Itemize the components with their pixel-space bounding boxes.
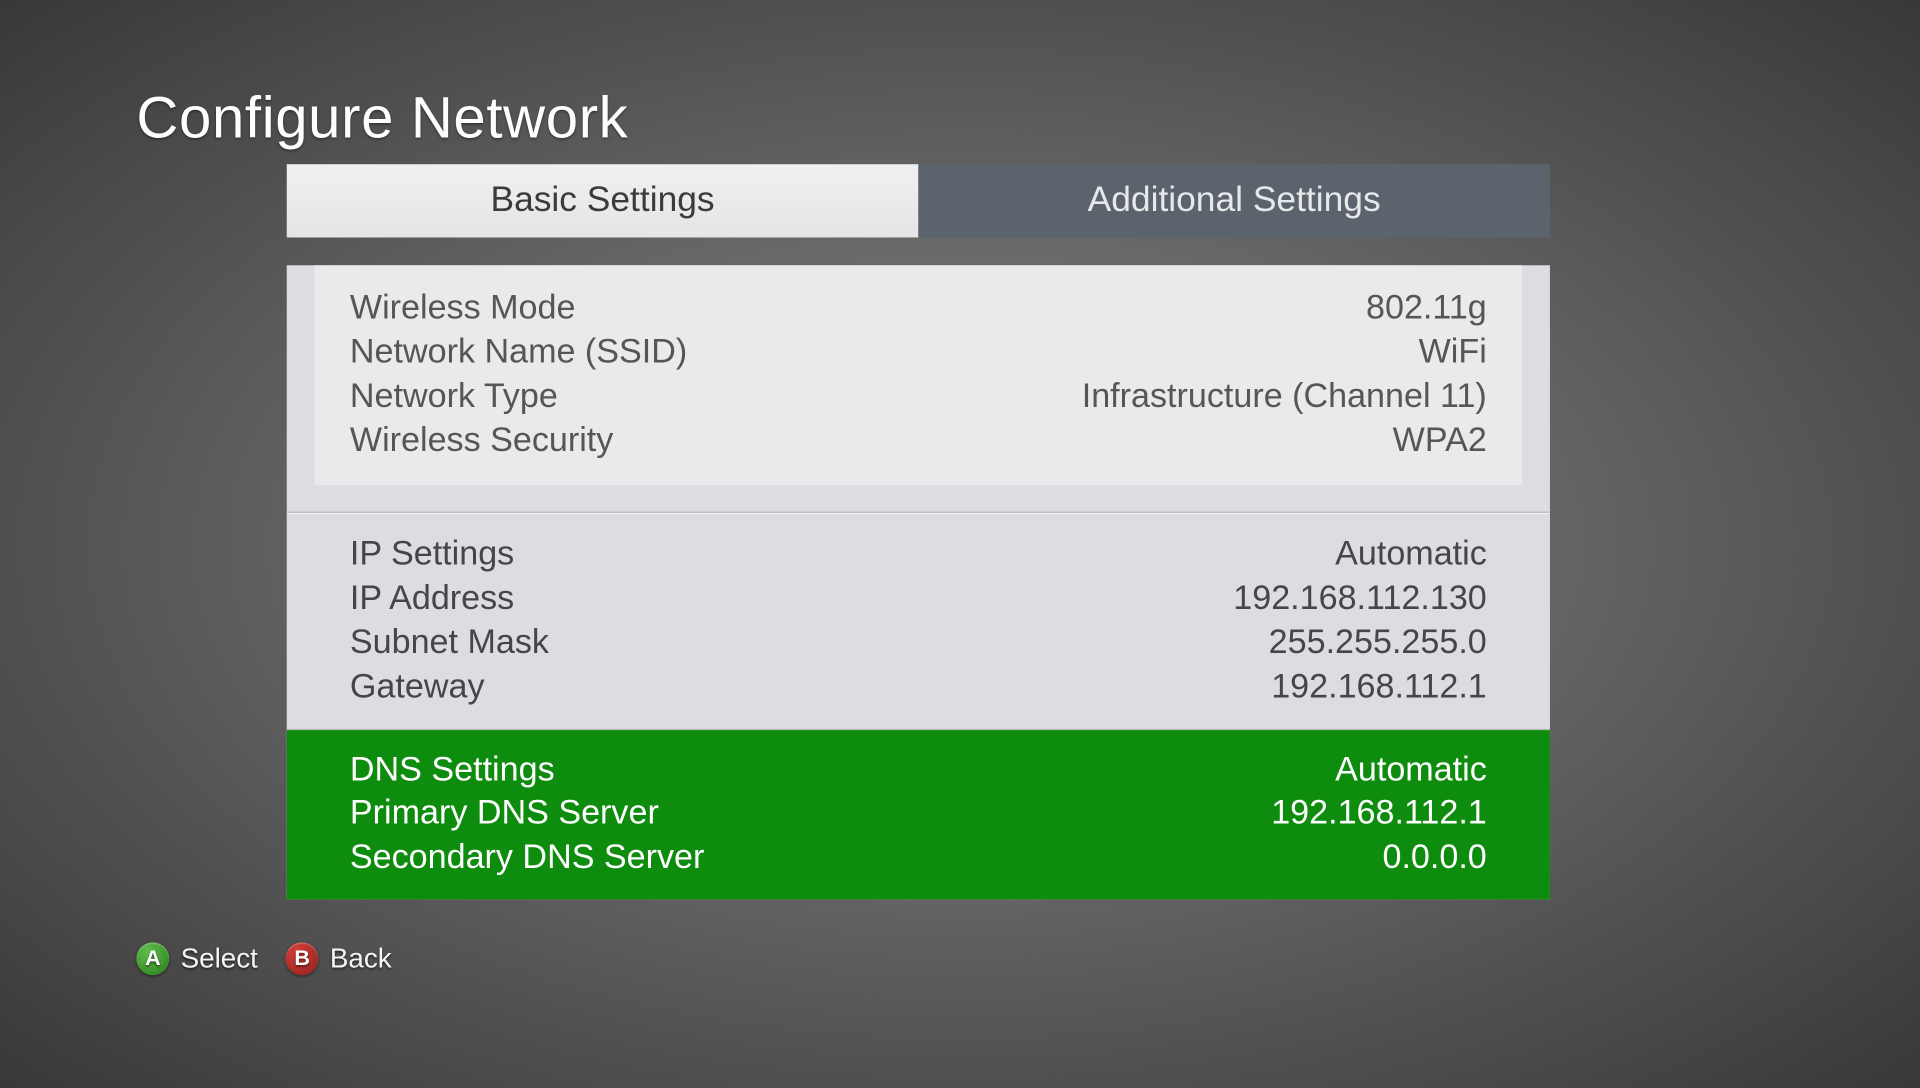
value-secondary-dns: 0.0.0.0 xyxy=(1382,837,1486,879)
row-secondary-dns: Secondary DNS Server 0.0.0.0 xyxy=(350,835,1487,879)
value-gateway: 192.168.112.1 xyxy=(1271,665,1487,707)
label-dns-settings: DNS Settings xyxy=(350,748,555,790)
value-wireless-security: WPA2 xyxy=(1393,419,1487,461)
row-subnet-mask: Subnet Mask 255.255.255.0 xyxy=(350,620,1487,664)
tab-additional-settings[interactable]: Additional Settings xyxy=(918,164,1550,237)
value-subnet-mask: 255.255.255.0 xyxy=(1269,621,1487,663)
label-network-type: Network Type xyxy=(350,375,558,417)
row-network-type: Network Type Infrastructure (Channel 11) xyxy=(350,374,1487,418)
row-dns-settings: DNS Settings Automatic xyxy=(350,747,1487,791)
label-ssid: Network Name (SSID) xyxy=(350,331,687,373)
section-divider xyxy=(287,485,1550,513)
dns-section[interactable]: DNS Settings Automatic Primary DNS Serve… xyxy=(287,729,1550,899)
settings-content: Wireless Mode 802.11g Network Name (SSID… xyxy=(287,265,1550,900)
label-ip-settings: IP Settings xyxy=(350,533,514,575)
value-wireless-mode: 802.11g xyxy=(1366,287,1487,329)
wireless-section[interactable]: Wireless Mode 802.11g Network Name (SSID… xyxy=(315,265,1523,484)
hint-select: A Select xyxy=(136,942,257,975)
label-wireless-mode: Wireless Mode xyxy=(350,287,576,329)
label-ip-address: IP Address xyxy=(350,577,514,619)
hint-back: B Back xyxy=(286,942,392,975)
label-subnet-mask: Subnet Mask xyxy=(350,621,549,663)
hint-back-label: Back xyxy=(330,942,392,975)
row-primary-dns: Primary DNS Server 192.168.112.1 xyxy=(350,791,1487,835)
row-gateway: Gateway 192.168.112.1 xyxy=(350,664,1487,708)
value-ip-address: 192.168.112.130 xyxy=(1233,577,1487,619)
a-button-icon: A xyxy=(136,942,169,975)
row-ip-address: IP Address 192.168.112.130 xyxy=(350,576,1487,620)
value-dns-settings: Automatic xyxy=(1335,748,1487,790)
label-wireless-security: Wireless Security xyxy=(350,419,613,461)
value-network-type: Infrastructure (Channel 11) xyxy=(1082,375,1487,417)
hint-select-label: Select xyxy=(181,942,258,975)
label-secondary-dns: Secondary DNS Server xyxy=(350,837,704,879)
value-primary-dns: 192.168.112.1 xyxy=(1271,793,1487,835)
row-ssid: Network Name (SSID) WiFi xyxy=(350,330,1487,374)
tabs: Basic Settings Additional Settings xyxy=(287,164,1550,237)
tab-basic-settings[interactable]: Basic Settings xyxy=(287,164,919,237)
footer-hints: A Select B Back xyxy=(136,942,391,975)
page-title: Configure Network xyxy=(136,83,628,151)
settings-panel: Basic Settings Additional Settings Wirel… xyxy=(287,164,1550,900)
b-button-icon: B xyxy=(286,942,319,975)
row-ip-settings: IP Settings Automatic xyxy=(350,531,1487,575)
label-gateway: Gateway xyxy=(350,665,485,707)
label-primary-dns: Primary DNS Server xyxy=(350,793,659,835)
value-ssid: WiFi xyxy=(1419,331,1487,373)
value-ip-settings: Automatic xyxy=(1335,533,1487,575)
ip-section[interactable]: IP Settings Automatic IP Address 192.168… xyxy=(287,513,1550,730)
row-wireless-mode: Wireless Mode 802.11g xyxy=(350,285,1487,329)
row-wireless-security: Wireless Security WPA2 xyxy=(350,418,1487,462)
